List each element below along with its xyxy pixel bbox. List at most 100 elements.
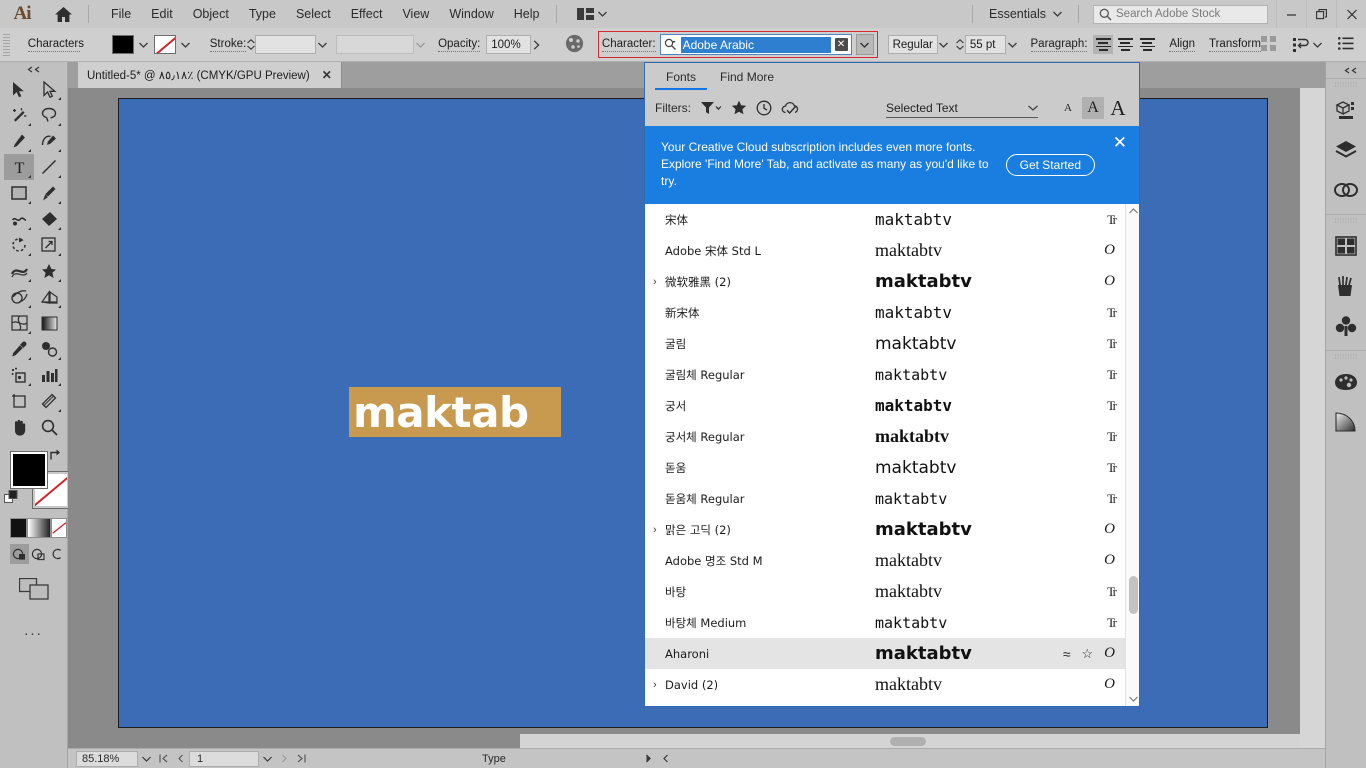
fill-color-swatch[interactable] <box>111 35 134 54</box>
minimize-icon[interactable] <box>1276 0 1306 28</box>
font-list-row[interactable]: Aharoni maktabtv ≈ ☆ O <box>645 638 1139 669</box>
banner-close-icon[interactable]: ✕ <box>1113 134 1127 151</box>
perspective-grid-tool[interactable] <box>34 284 64 310</box>
font-list-scroll-thumb[interactable] <box>1129 576 1138 614</box>
blend-tool[interactable] <box>34 336 64 362</box>
draw-inside-button[interactable] <box>48 544 67 564</box>
font-list-row[interactable]: Adobe 명조 Std M maktabtv O <box>645 545 1139 576</box>
gradient-tool[interactable] <box>34 310 64 336</box>
stroke-color-swatch[interactable] <box>153 35 176 54</box>
cloud-check-icon[interactable] <box>781 97 799 119</box>
eyedropper-tool[interactable] <box>4 336 34 362</box>
none-mode-button[interactable] <box>50 518 67 538</box>
magic-wand-tool[interactable] <box>4 102 34 128</box>
menu-type[interactable]: Type <box>239 3 286 25</box>
font-list-row[interactable]: Adobe 宋体 Std L maktabtv O <box>645 235 1139 266</box>
next-artboard-icon[interactable] <box>276 754 293 763</box>
draw-behind-button[interactable] <box>29 544 48 564</box>
symbol-sprayer-tool[interactable] <box>4 362 34 388</box>
close-icon[interactable] <box>1336 0 1366 28</box>
font-size-dropdown-icon[interactable] <box>1006 35 1018 54</box>
workspace-switcher[interactable]: Essentials <box>979 7 1072 21</box>
first-artboard-icon[interactable] <box>155 754 172 763</box>
prev-artboard-icon[interactable] <box>172 754 189 763</box>
zoom-tool[interactable] <box>34 414 64 440</box>
rectangle-tool[interactable] <box>4 180 34 206</box>
align-right-button[interactable] <box>1137 35 1157 54</box>
swap-fill-stroke-icon[interactable] <box>48 448 62 466</box>
font-list-row[interactable]: › 微软雅黑 (2) maktabtv O <box>645 266 1139 297</box>
font-list-row[interactable]: 궁서 maktabtv Tr <box>645 390 1139 421</box>
zoom-dropdown-icon[interactable] <box>138 756 155 762</box>
toolbar-grip[interactable] <box>0 62 67 76</box>
menu-file[interactable]: File <box>101 3 141 25</box>
rotate-tool[interactable] <box>4 232 34 258</box>
menu-select[interactable]: Select <box>286 3 341 25</box>
mesh-tool[interactable] <box>4 310 34 336</box>
filter-funnel-icon[interactable] <box>700 97 722 119</box>
zoom-level-field[interactable]: 85.18% <box>76 750 138 767</box>
curvature-tool[interactable] <box>34 128 64 154</box>
column-graph-tool[interactable] <box>34 362 64 388</box>
font-list[interactable]: 宋体 maktabtv Tr Adobe 宋体 Std L maktabtv O › 微软雅黑… <box>645 204 1139 706</box>
align-center-button[interactable] <box>1115 35 1135 54</box>
scale-tool[interactable] <box>34 232 64 258</box>
line-segment-tool[interactable] <box>34 154 64 180</box>
font-list-row[interactable]: 돋움체 Regular maktabtv Tr <box>645 483 1139 514</box>
preview-size-small-button[interactable]: A <box>1057 97 1079 119</box>
links-icon[interactable] <box>1326 170 1366 210</box>
font-size-stepper[interactable] <box>956 39 965 50</box>
default-fill-stroke-icon[interactable] <box>4 490 19 510</box>
swatches-icon[interactable] <box>1326 362 1366 402</box>
stroke-weight-stepper[interactable] <box>246 39 255 50</box>
menu-effect[interactable]: Effect <box>341 3 393 25</box>
hand-tool[interactable] <box>4 414 34 440</box>
clear-font-icon[interactable]: ✕ <box>834 38 848 51</box>
stroke-dropdown-icon[interactable] <box>178 35 194 54</box>
font-list-row[interactable]: › 맑은 고딕 (2) maktabtv O <box>645 514 1139 545</box>
width-tool[interactable] <box>4 258 34 284</box>
menu-window[interactable]: Window <box>439 3 503 25</box>
font-list-row[interactable]: 바탕 maktabtv Tr <box>645 576 1139 607</box>
type-tool[interactable]: T <box>4 154 34 180</box>
chevron-right-icon[interactable]: › <box>653 524 657 536</box>
menu-object[interactable]: Object <box>183 3 239 25</box>
font-scroll-down-icon[interactable] <box>1126 692 1139 706</box>
status-menu-icon[interactable] <box>640 754 657 763</box>
font-style-field[interactable]: Regular <box>887 35 938 54</box>
menu-help[interactable]: Help <box>504 3 550 25</box>
fill-dropdown-icon[interactable] <box>136 35 152 54</box>
font-family-input[interactable]: Adobe Arabic ✕ <box>659 34 852 55</box>
font-size-field[interactable]: 55 pt <box>964 35 1007 54</box>
control-bar-grip[interactable] <box>3 33 10 56</box>
text-wrap-icon[interactable] <box>1293 37 1322 52</box>
shaper-tool[interactable] <box>4 206 34 232</box>
gradient-mode-button[interactable] <box>26 518 51 538</box>
document-tab[interactable]: Untitled-5* @ ٨٥٫١٨٪ (CMYK/GPU Preview) … <box>78 62 342 88</box>
shape-builder-tool[interactable] <box>4 284 34 310</box>
opacity-field[interactable]: 100% <box>486 35 531 54</box>
font-style-dropdown-icon[interactable] <box>938 35 950 54</box>
layers-icon[interactable] <box>1326 130 1366 170</box>
screen-mode-button[interactable] <box>0 578 67 600</box>
chevron-right-icon[interactable]: › <box>653 276 657 288</box>
preview-size-medium-button[interactable]: A <box>1082 97 1104 119</box>
dock-group-3-grip[interactable] <box>1326 351 1366 362</box>
search-input[interactable]: Search Adobe Stock <box>1116 8 1220 20</box>
tab-fonts[interactable]: Fonts <box>655 66 708 90</box>
slice-tool[interactable] <box>34 388 64 414</box>
chevron-right-icon[interactable]: › <box>653 679 657 691</box>
font-list-row[interactable]: 굴림체 Regular maktabtv Tr <box>645 359 1139 390</box>
dock-group-1-grip[interactable] <box>1326 79 1366 90</box>
recolor-artwork-icon[interactable] <box>565 34 584 56</box>
stroke-weight-field[interactable] <box>255 35 317 54</box>
canvas-hscroll-thumb[interactable] <box>890 737 926 746</box>
status-expand-icon[interactable] <box>657 754 674 763</box>
direct-selection-tool[interactable] <box>34 76 64 102</box>
paintbrush-tool[interactable] <box>34 180 64 206</box>
pen-tool[interactable] <box>4 128 34 154</box>
star-icon[interactable] <box>731 97 747 119</box>
distribute-icon[interactable] <box>1261 35 1277 54</box>
lasso-tool[interactable] <box>34 102 64 128</box>
font-list-row[interactable]: 新宋体 maktabtv Tr <box>645 297 1139 328</box>
